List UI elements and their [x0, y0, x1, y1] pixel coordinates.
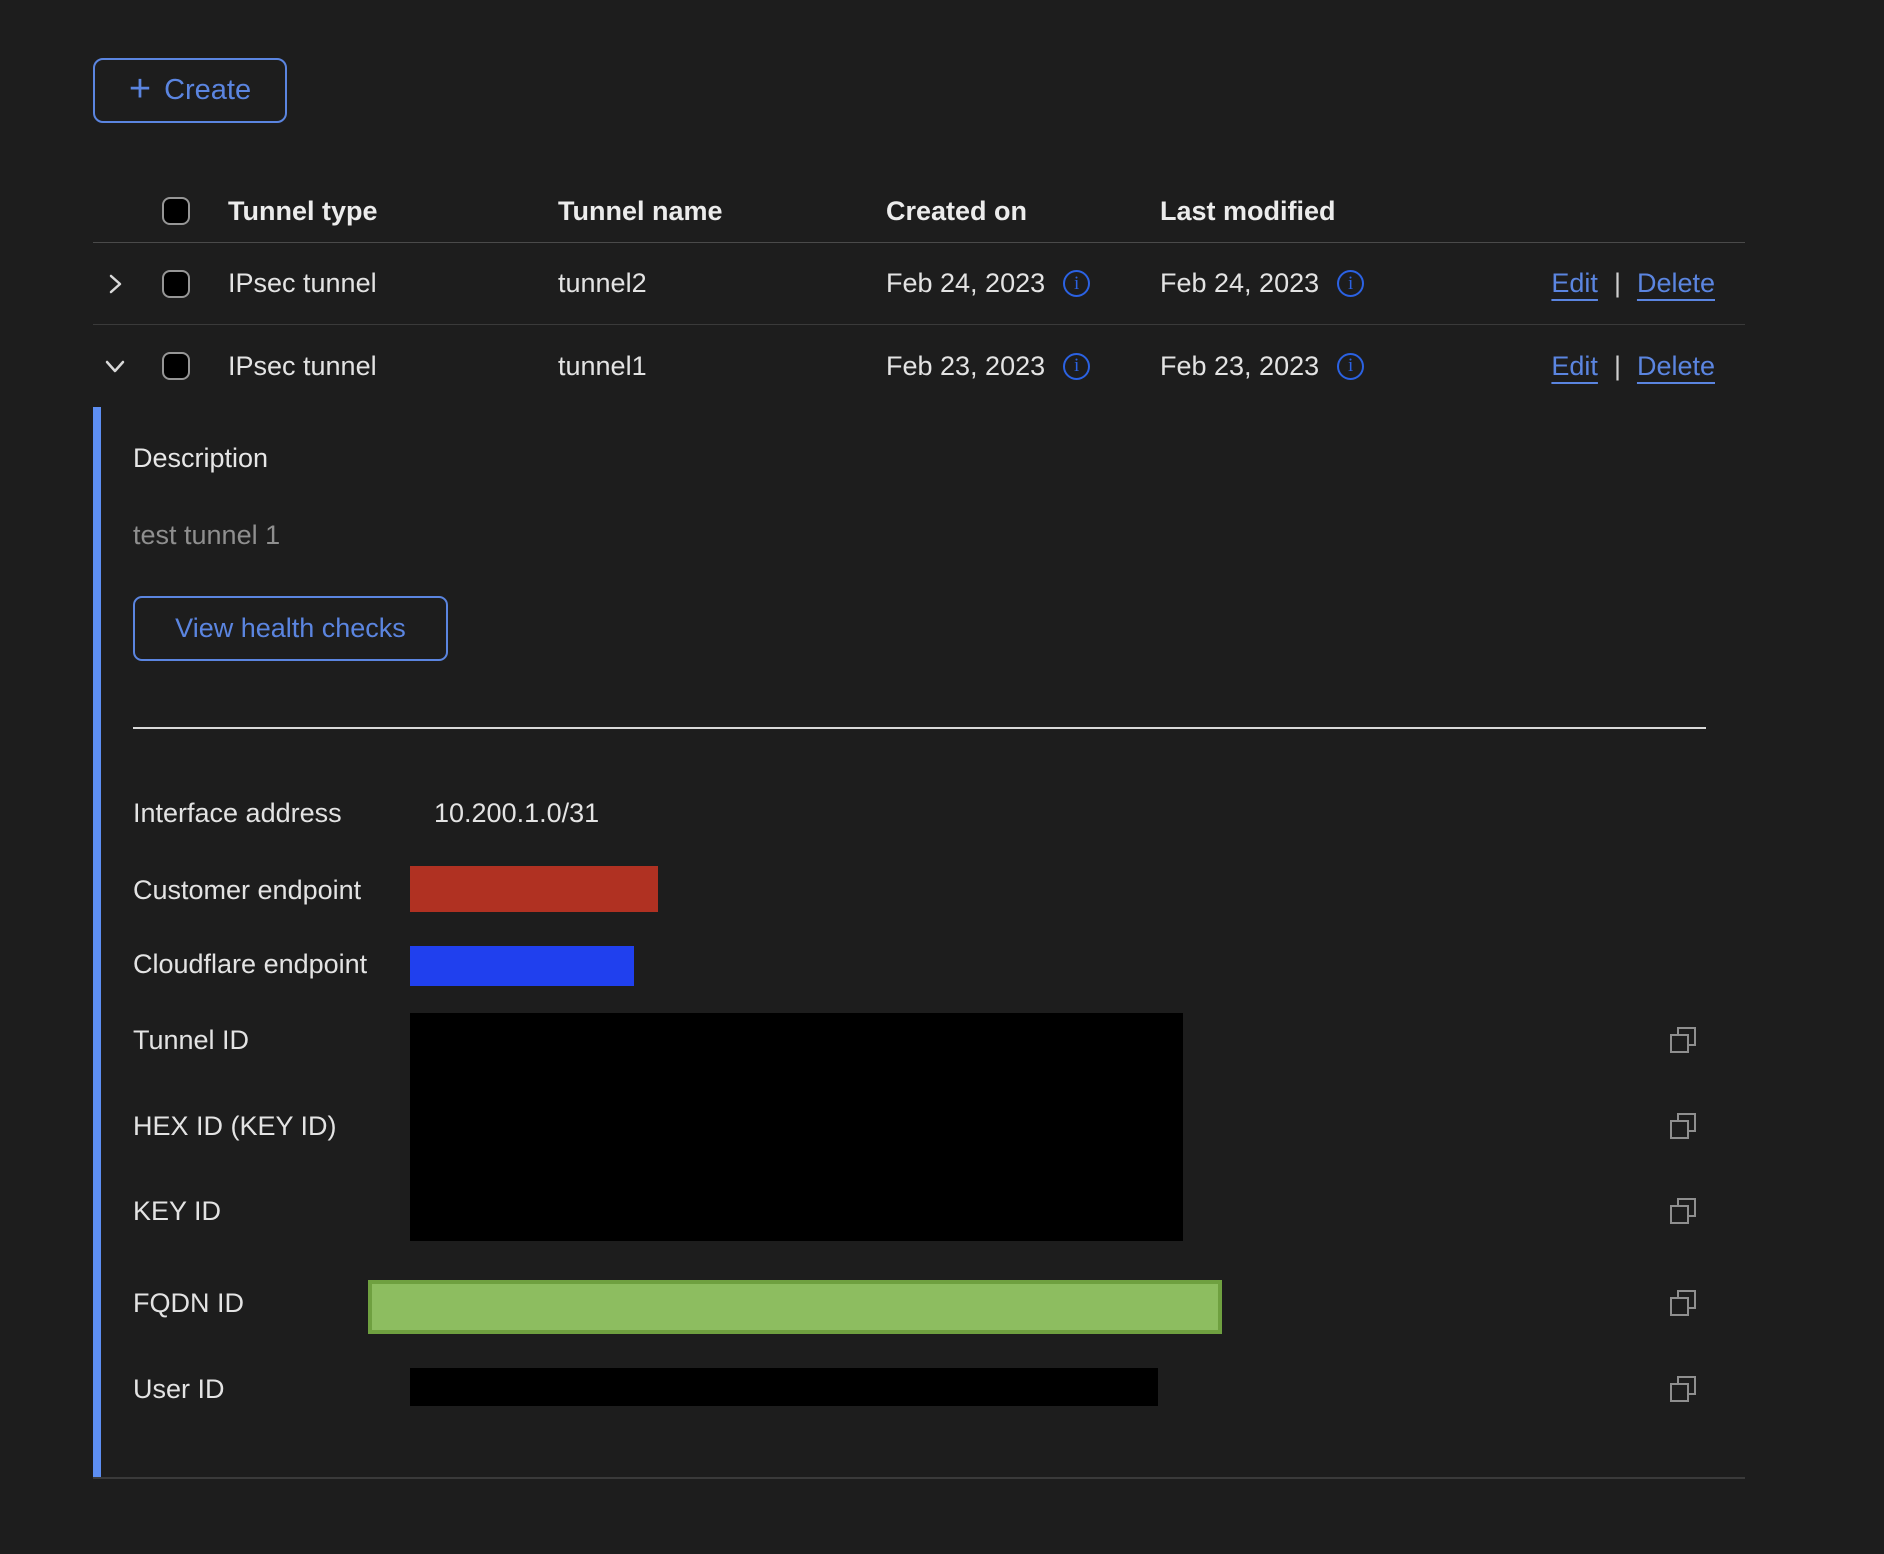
- created-on-value: Feb 24, 2023: [886, 268, 1045, 299]
- field-label-tunnel-id: Tunnel ID: [133, 1025, 249, 1056]
- plus-icon: +: [129, 70, 151, 108]
- redacted-id-block: [410, 1013, 1183, 1241]
- description-label: Description: [133, 443, 268, 474]
- row-checkbox[interactable]: [162, 352, 190, 380]
- chevron-right-icon[interactable]: [101, 270, 129, 298]
- select-all-checkbox[interactable]: [162, 197, 190, 225]
- description-value: test tunnel 1: [133, 520, 280, 551]
- last-modified-value: Feb 24, 2023: [1160, 268, 1319, 299]
- redacted-fqdn-id: [368, 1280, 1222, 1334]
- table-row: IPsec tunnel tunnel1 Feb 23, 2023 i Feb …: [93, 325, 1745, 407]
- action-separator: |: [1614, 351, 1621, 382]
- create-button-label: Create: [164, 74, 251, 107]
- view-health-checks-button[interactable]: View health checks: [133, 596, 448, 661]
- field-value-interface-address: 10.200.1.0/31: [434, 798, 599, 829]
- copy-icon[interactable]: [1668, 1196, 1698, 1226]
- info-icon[interactable]: i: [1337, 353, 1364, 380]
- header-check-cell: [162, 197, 228, 225]
- redacted-cloudflare-endpoint: [410, 946, 634, 986]
- tunnel-type-value: IPsec tunnel: [228, 268, 558, 299]
- info-icon[interactable]: i: [1337, 270, 1364, 297]
- section-divider: [133, 727, 1706, 729]
- redacted-customer-endpoint: [410, 866, 658, 912]
- field-label-key-id: KEY ID: [133, 1196, 221, 1227]
- tunnel-type-value: IPsec tunnel: [228, 351, 558, 382]
- expanded-row-panel: Description test tunnel 1 View health ch…: [93, 407, 1745, 1479]
- action-separator: |: [1614, 268, 1621, 299]
- field-label-cloudflare-endpoint: Cloudflare endpoint: [133, 949, 367, 980]
- copy-icon[interactable]: [1668, 1374, 1698, 1404]
- field-label-user-id: User ID: [133, 1374, 225, 1405]
- delete-link[interactable]: Delete: [1637, 351, 1715, 382]
- tunnels-page: { "toolbar": { "create_label": "Create" …: [0, 0, 1884, 1554]
- table-header-row: Tunnel type Tunnel name Created on Last …: [93, 180, 1745, 243]
- last-modified-value: Feb 23, 2023: [1160, 351, 1319, 382]
- copy-icon[interactable]: [1668, 1288, 1698, 1318]
- edit-link[interactable]: Edit: [1551, 351, 1598, 382]
- expanded-accent-bar: [93, 407, 101, 1477]
- redacted-user-id: [410, 1368, 1158, 1406]
- expanded-bottom-border: [93, 1477, 1745, 1479]
- col-header-last-modified: Last modified: [1160, 196, 1460, 227]
- delete-link[interactable]: Delete: [1637, 268, 1715, 299]
- edit-link[interactable]: Edit: [1551, 268, 1598, 299]
- col-header-created-on: Created on: [886, 196, 1160, 227]
- copy-icon[interactable]: [1668, 1111, 1698, 1141]
- info-icon[interactable]: i: [1063, 353, 1090, 380]
- field-label-fqdn-id: FQDN ID: [133, 1288, 244, 1319]
- create-button[interactable]: + Create: [93, 58, 287, 123]
- tunnel-name-value: tunnel1: [558, 351, 886, 382]
- row-checkbox[interactable]: [162, 270, 190, 298]
- tunnel-name-value: tunnel2: [558, 268, 886, 299]
- copy-icon[interactable]: [1668, 1025, 1698, 1055]
- info-icon[interactable]: i: [1063, 270, 1090, 297]
- created-on-value: Feb 23, 2023: [886, 351, 1045, 382]
- field-label-hex-id: HEX ID (KEY ID): [133, 1111, 337, 1142]
- field-label-interface-address: Interface address: [133, 798, 342, 829]
- chevron-down-icon[interactable]: [101, 352, 129, 380]
- col-header-tunnel-type: Tunnel type: [228, 196, 558, 227]
- table-row: IPsec tunnel tunnel2 Feb 24, 2023 i Feb …: [93, 243, 1745, 325]
- field-label-customer-endpoint: Customer endpoint: [133, 875, 361, 906]
- col-header-tunnel-name: Tunnel name: [558, 196, 886, 227]
